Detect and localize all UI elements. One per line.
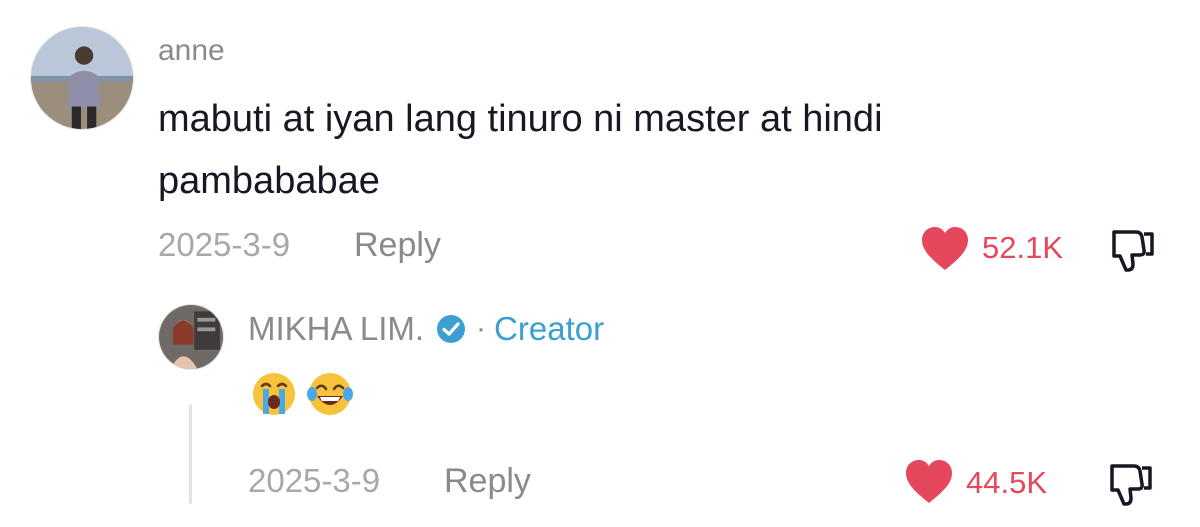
reply-username[interactable]: MIKHA LIM. <box>248 310 424 348</box>
reply-button[interactable]: Reply <box>444 462 531 501</box>
like-heart-icon[interactable] <box>920 226 970 272</box>
reply-date: 2025-3-9 <box>248 462 381 499</box>
reply-button[interactable]: Reply <box>354 226 441 265</box>
like-heart-icon[interactable] <box>904 459 954 505</box>
comment-username[interactable]: anne <box>158 34 225 68</box>
separator-dot: · <box>476 312 487 345</box>
reply-header: MIKHA LIM. · Creator <box>248 310 604 348</box>
dislike-icon[interactable] <box>1108 224 1158 274</box>
creator-avatar[interactable] <box>158 304 224 370</box>
user-avatar-icon <box>31 27 133 129</box>
tears-of-joy-face-icon <box>307 373 353 415</box>
thread-line <box>189 404 192 504</box>
reply-text <box>250 370 354 418</box>
creator-label: Creator <box>494 310 605 347</box>
loudly-crying-face-icon <box>253 373 295 415</box>
comment-text: mabuti at iyan lang tinuro ni master at … <box>158 98 883 202</box>
comment-date: 2025-3-9 <box>158 226 291 263</box>
avatar[interactable] <box>30 26 134 130</box>
creator-avatar-icon <box>159 305 223 369</box>
dislike-icon[interactable] <box>1106 458 1156 508</box>
like-count: 44.5K <box>966 465 1048 500</box>
like-count: 52.1K <box>982 230 1064 265</box>
verified-badge-icon <box>436 314 466 344</box>
